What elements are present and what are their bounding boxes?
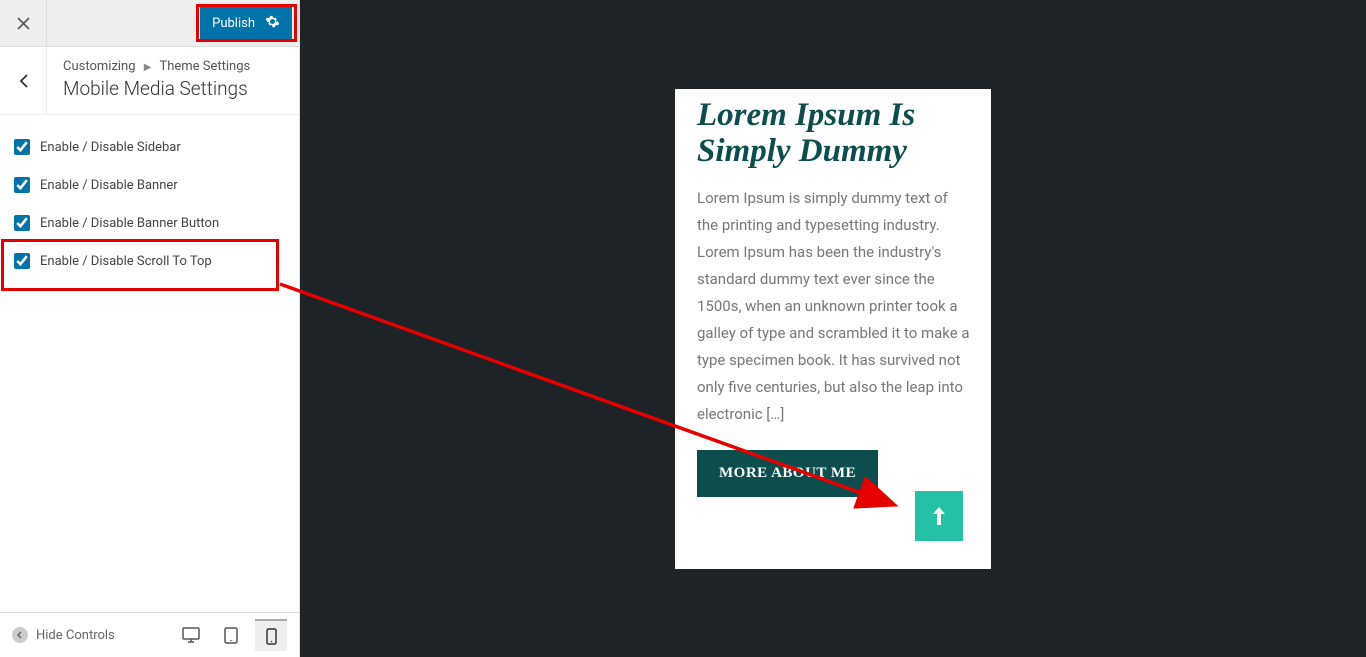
breadcrumb-customizing: Customizing [63, 59, 136, 74]
desktop-icon [182, 627, 200, 643]
more-about-me-button[interactable]: MORE ABOUT ME [697, 450, 878, 497]
mobile-icon [266, 628, 277, 645]
device-tablet-button[interactable] [215, 619, 247, 651]
breadcrumb: Customizing ▶ Theme Settings [63, 59, 283, 74]
preview-body-text: Lorem Ipsum is simply dummy text of the … [697, 185, 971, 428]
chevron-right-icon: ▶ [144, 62, 152, 73]
setting-label[interactable]: Enable / Disable Sidebar [40, 140, 181, 155]
setting-label[interactable]: Enable / Disable Banner [40, 178, 178, 193]
breadcrumb-parent: Theme Settings [159, 59, 250, 74]
arrow-up-icon [931, 505, 947, 527]
mobile-preview-frame[interactable]: Lorem Ipsum Is Simply Dummy Lorem Ipsum … [675, 89, 991, 569]
header-bar: Publish [0, 0, 299, 47]
breadcrumb-row: Customizing ▶ Theme Settings Mobile Medi… [0, 47, 299, 115]
hide-controls-button[interactable]: Hide Controls [12, 627, 115, 643]
preview-title: Lorem Ipsum Is Simply Dummy [697, 89, 971, 170]
chevron-left-icon [19, 74, 28, 88]
back-button[interactable] [0, 47, 47, 114]
preview-area: Lorem Ipsum Is Simply Dummy Lorem Ipsum … [300, 0, 1366, 657]
setting-row-scroll-to-top: Enable / Disable Scroll To Top [14, 243, 285, 281]
checkbox-banner[interactable] [14, 177, 30, 193]
panel-title: Mobile Media Settings [63, 77, 283, 100]
publish-button[interactable]: Publish [200, 7, 292, 39]
setting-row-sidebar: Enable / Disable Sidebar [14, 129, 285, 167]
checkbox-scroll-to-top[interactable] [14, 253, 30, 269]
scroll-to-top-button[interactable] [915, 491, 963, 541]
setting-row-banner: Enable / Disable Banner [14, 167, 285, 205]
settings-list: Enable / Disable Sidebar Enable / Disabl… [0, 115, 299, 612]
setting-row-banner-button: Enable / Disable Banner Button [14, 205, 285, 243]
gear-icon [265, 14, 280, 33]
checkbox-sidebar[interactable] [14, 139, 30, 155]
setting-label[interactable]: Enable / Disable Scroll To Top [40, 254, 212, 269]
device-mobile-button[interactable] [255, 619, 287, 651]
tablet-icon [224, 627, 238, 644]
publish-label: Publish [212, 16, 255, 31]
hide-controls-label: Hide Controls [36, 628, 115, 643]
customizer-sidebar: Publish Customizing ▶ Theme Settings Mob… [0, 0, 300, 657]
footer-bar: Hide Controls [0, 612, 299, 657]
setting-label[interactable]: Enable / Disable Banner Button [40, 216, 219, 231]
collapse-icon [12, 627, 28, 643]
close-customizer-button[interactable] [0, 0, 47, 47]
close-icon [17, 17, 30, 30]
device-desktop-button[interactable] [175, 619, 207, 651]
checkbox-banner-button[interactable] [14, 215, 30, 231]
